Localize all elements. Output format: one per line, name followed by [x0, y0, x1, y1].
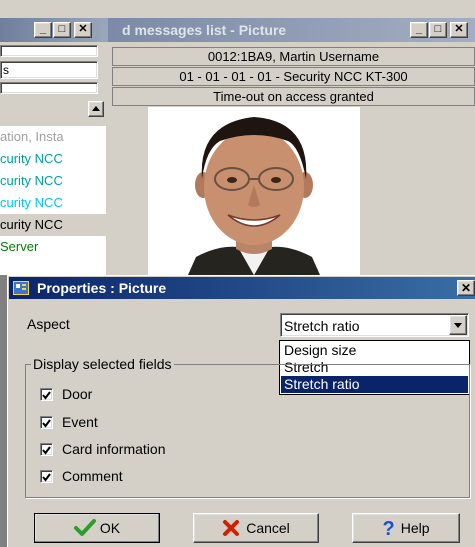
cancel-button[interactable]: Cancel	[193, 513, 319, 543]
minimize-button[interactable]: _	[410, 22, 428, 38]
checkmark-icon	[42, 419, 51, 428]
cancel-x-icon	[223, 520, 240, 536]
checkmark-icon	[42, 473, 51, 482]
cancel-button-label: Cancel	[246, 520, 290, 536]
left-field-bottom[interactable]	[0, 82, 98, 94]
list-item[interactable]: Server	[0, 236, 106, 258]
card-info-text: 0012:1BA9, Martin Username	[112, 47, 475, 66]
maximize-button[interactable]: □	[53, 22, 71, 38]
ok-button-label: OK	[99, 520, 121, 536]
comment-checkbox-label: Comment	[62, 468, 123, 484]
comment-checkbox[interactable]	[40, 470, 53, 483]
list-item-label: curity NCC	[0, 151, 63, 166]
list-item[interactable]: curity NCC	[0, 192, 106, 214]
list-item-label: curity NCC	[0, 217, 63, 232]
list-item[interactable]: curity NCC	[0, 148, 106, 170]
list-item-selected[interactable]: curity NCC	[0, 214, 106, 236]
help-button-label: Help	[400, 520, 430, 536]
chevron-down-icon	[454, 323, 462, 328]
checkmark-icon	[42, 446, 51, 455]
scroll-up-button[interactable]	[88, 101, 104, 117]
list-item[interactable]: ation, Insta	[0, 126, 106, 148]
checkmark-icon	[42, 391, 51, 400]
close-button[interactable]: ✕	[74, 22, 92, 38]
close-button[interactable]: ✕	[450, 22, 468, 38]
list-item-label: curity NCC	[0, 173, 63, 188]
question-mark-icon: ?	[382, 518, 395, 540]
maximize-button[interactable]: □	[429, 22, 447, 38]
display-fields-group-label: Display selected fields	[31, 356, 174, 372]
dialog-title: Properties : Picture	[9, 277, 475, 299]
aspect-option[interactable]: Design size	[281, 342, 468, 359]
reader-info-text: 01 - 01 - 01 - 01 - Security NCC KT-300	[112, 67, 475, 86]
checkmark-icon	[73, 519, 96, 536]
list-item-label: curity NCC	[0, 195, 63, 210]
help-button[interactable]: ? Help	[352, 513, 460, 543]
door-checkbox[interactable]	[40, 388, 53, 401]
minimize-button[interactable]: _	[34, 22, 52, 38]
left-field-top[interactable]	[0, 45, 98, 57]
cardholder-photo	[148, 107, 360, 275]
event-list[interactable]: ation, Insta curity NCC curity NCC curit…	[0, 126, 106, 275]
event-checkbox[interactable]	[40, 416, 53, 429]
card-information-checkbox[interactable]	[40, 443, 53, 456]
close-dialog-button[interactable]: ✕	[457, 280, 475, 296]
event-checkbox-label: Event	[62, 414, 98, 430]
list-item-label: ation, Insta	[0, 129, 64, 144]
aspect-label: Aspect	[27, 316, 70, 332]
list-item[interactable]: curity NCC	[0, 170, 106, 192]
card-information-checkbox-label: Card information	[62, 441, 166, 457]
event-info-text: Time-out on access granted	[112, 87, 475, 106]
scroll-up-arrow-icon	[92, 106, 100, 111]
aspect-select-value: Stretch ratio	[284, 318, 360, 334]
list-item-label: Server	[0, 239, 39, 254]
ok-button[interactable]: OK	[34, 513, 160, 543]
aspect-dropdown-button[interactable]	[449, 315, 467, 335]
left-field-value[interactable]: s	[0, 61, 98, 79]
door-checkbox-label: Door	[62, 386, 93, 402]
close-icon: ✕	[460, 281, 472, 295]
properties-icon	[13, 281, 29, 295]
